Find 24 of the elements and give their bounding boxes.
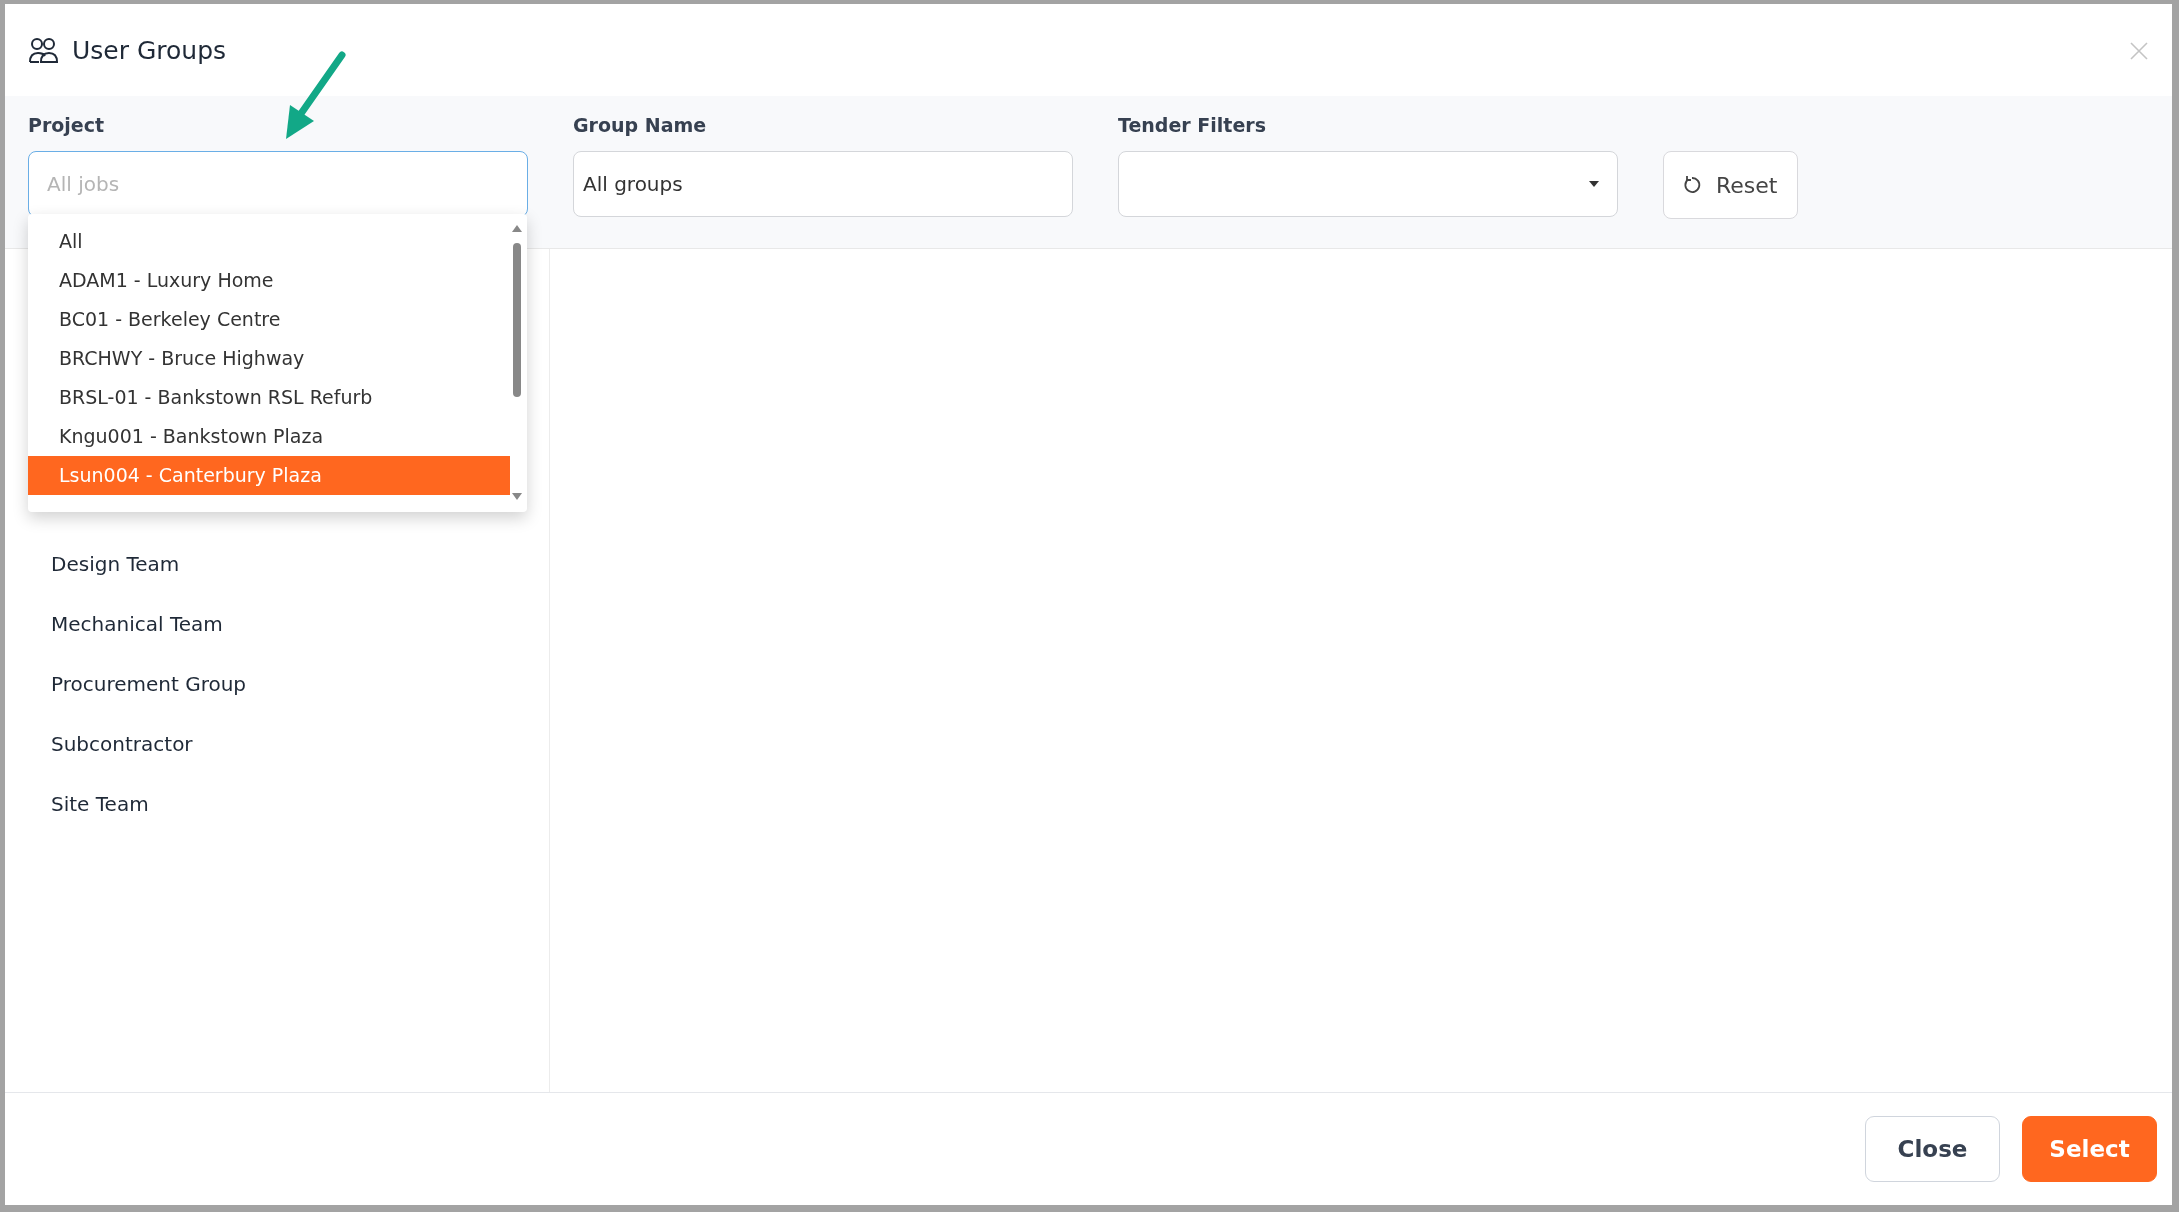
field-label: Tender Filters	[1118, 114, 1267, 138]
group-item[interactable]: Mechanical Team	[51, 609, 223, 639]
group-item[interactable]: Subcontractor	[51, 729, 193, 759]
caret-icon	[1589, 181, 1599, 187]
close-icon[interactable]	[2130, 42, 2148, 60]
dropdown-option[interactable]: BC01 - Berkeley Centre	[28, 300, 510, 339]
users-icon	[28, 36, 58, 64]
input-field[interactable]: All groups	[573, 151, 1073, 217]
dropdown-option[interactable]: Kngu001 - Bankstown Plaza	[28, 417, 510, 456]
group-item[interactable]: Procurement Group	[51, 669, 247, 699]
input-field[interactable]: All jobs	[28, 151, 528, 217]
dropdown-option[interactable]: ADAM1 - Luxury Home	[28, 261, 510, 300]
group-item[interactable]: Design Team	[51, 549, 180, 579]
reset-button[interactable]: Reset	[1663, 151, 1798, 219]
dropdown-option[interactable]: All	[28, 222, 510, 261]
field-label: Group Name	[573, 114, 708, 138]
close-button[interactable]: Close	[1865, 1116, 2000, 1182]
window-title: User Groups	[72, 35, 227, 65]
reset-icon	[1682, 175, 1702, 195]
dropdown-option[interactable]: BRSL-01 - Bankstown RSL Refurb	[28, 378, 510, 417]
group-item[interactable]: Site Team	[51, 789, 149, 819]
select-field[interactable]	[1118, 151, 1618, 217]
dropdown-option[interactable]: BRCHWY - Bruce Highway	[28, 339, 510, 378]
field-label: Project	[28, 114, 106, 138]
